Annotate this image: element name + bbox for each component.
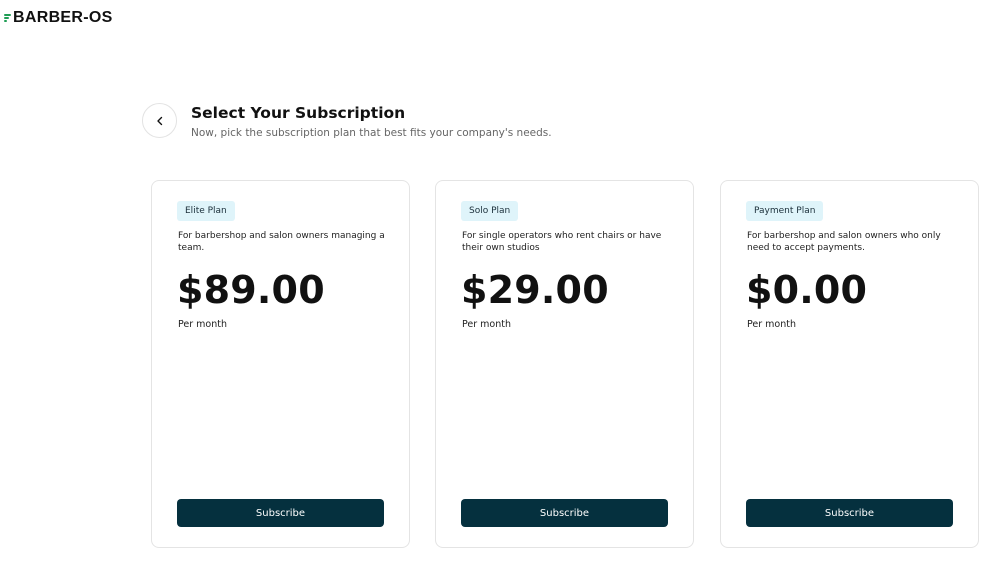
plan-card-solo: Solo Plan For single operators who rent … (435, 180, 694, 548)
logo-text: BARBER-OS (13, 9, 113, 26)
subscribe-button[interactable]: Subscribe (746, 499, 953, 527)
plan-description: For single operators who rent chairs or … (462, 231, 662, 253)
subscribe-button[interactable]: Subscribe (177, 499, 384, 527)
back-button[interactable] (142, 103, 177, 138)
plan-period: Per month (178, 319, 227, 330)
plan-description: For barbershop and salon owners who only… (747, 231, 941, 253)
plan-card-elite: Elite Plan For barbershop and salon owne… (151, 180, 410, 548)
plan-price: $0.00 (746, 268, 868, 312)
subscribe-button[interactable]: Subscribe (461, 499, 668, 527)
plan-badge: Solo Plan (461, 201, 519, 221)
logo-speed-lines-icon (4, 11, 13, 25)
page-subtitle: Now, pick the subscription plan that bes… (191, 127, 552, 139)
plan-price: $29.00 (461, 268, 609, 312)
page-header: Select Your Subscription Now, pick the s… (142, 103, 552, 139)
plan-card-payment: Payment Plan For barbershop and salon ow… (720, 180, 979, 548)
plan-description: For barbershop and salon owners managing… (178, 231, 385, 253)
plan-period: Per month (462, 319, 511, 330)
plan-period: Per month (747, 319, 796, 330)
chevron-left-icon (156, 116, 162, 125)
plan-badge: Elite Plan (177, 201, 235, 221)
plan-price: $89.00 (177, 268, 325, 312)
app-logo: BARBER-OS (4, 9, 113, 27)
page-title: Select Your Subscription (191, 104, 406, 122)
plan-badge: Payment Plan (746, 201, 824, 221)
